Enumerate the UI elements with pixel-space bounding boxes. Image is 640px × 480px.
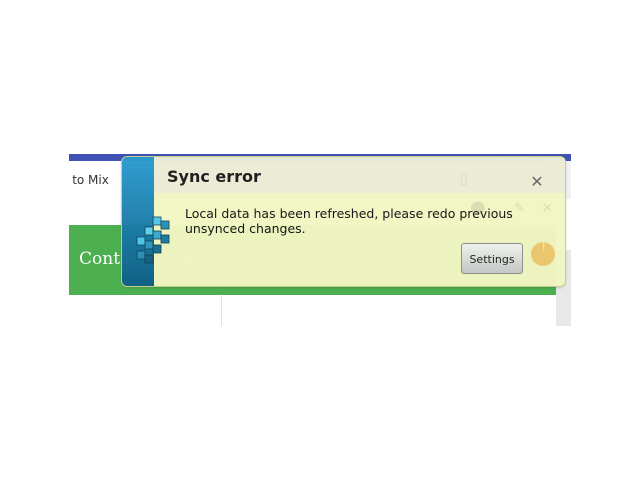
- browser-tab[interactable]: e to Mix: [69, 161, 126, 199]
- notification-message: Local data has been refreshed, please re…: [185, 206, 513, 236]
- browser-tab-label: e to Mix: [69, 173, 109, 187]
- settings-button[interactable]: Settings: [461, 243, 523, 274]
- panel-divider: [221, 295, 222, 326]
- notification-title: Sync error: [167, 167, 261, 186]
- pin-icon: ✕: [542, 201, 553, 216]
- sync-error-notification: ▯ ● ✎ ✕ Sync error ✕ Local data has been…: [121, 156, 566, 287]
- countdown-timer-icon: [531, 242, 555, 266]
- close-icon[interactable]: ✕: [530, 174, 544, 190]
- trash-icon: ▯: [460, 171, 468, 187]
- app-logo-icon: [136, 216, 170, 264]
